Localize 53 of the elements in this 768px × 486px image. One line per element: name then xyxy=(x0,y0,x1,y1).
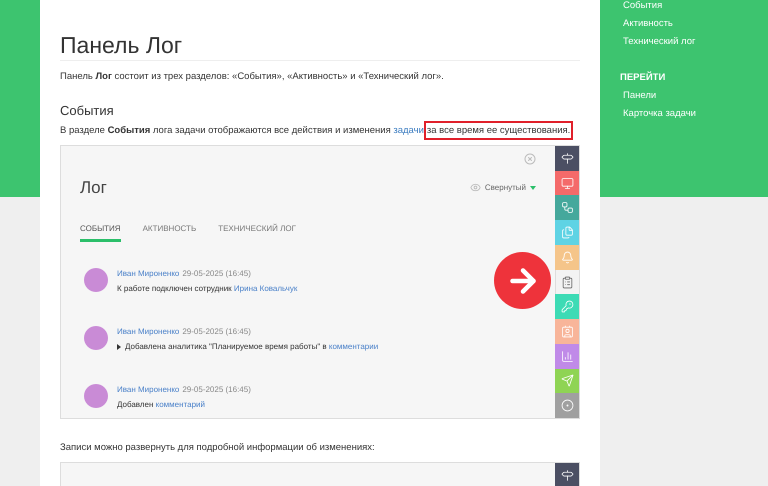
view-mode-dropdown[interactable]: Свернутый xyxy=(470,182,536,194)
close-icon[interactable] xyxy=(524,153,536,165)
nav-link[interactable]: Технический лог xyxy=(623,36,696,48)
circle-icon xyxy=(560,399,574,412)
bell-icon xyxy=(560,250,574,264)
tab[interactable]: СОБЫТИЯ xyxy=(80,222,121,242)
paper-plane-icon xyxy=(560,374,574,388)
intro-text: Панель Лог состоит из трех разделов: «События», «Активность» и «Технический лог». xyxy=(60,70,445,83)
entry-text: Добавлена аналитика "Планируемое время работы" в xyxy=(125,342,328,350)
nav-link[interactable]: Карточка задачи xyxy=(623,108,696,120)
tab[interactable]: АКТИВНОСТЬ xyxy=(142,222,196,242)
signpost-icon xyxy=(560,152,574,165)
bar-chart-icon xyxy=(560,350,574,363)
avatar xyxy=(84,268,108,292)
caret-icon xyxy=(530,186,536,190)
section-heading: События xyxy=(60,103,115,119)
entry-text: К работе подключен сотрудник xyxy=(117,284,233,292)
nav-link[interactable]: События xyxy=(623,0,696,12)
paragraph-text: В разделе События лога задачи отображаются все действия и изменения xyxy=(60,125,392,136)
entry-link[interactable]: комментарий xyxy=(156,400,205,408)
entry-link[interactable]: комментарии xyxy=(328,342,378,350)
contact-card-icon xyxy=(560,325,574,338)
panel-title: Лог xyxy=(80,177,107,199)
task-link[interactable]: задачи xyxy=(393,125,424,136)
highlighted-text: за все время ее существования. xyxy=(424,121,574,140)
avatar xyxy=(84,326,108,350)
timestamp: 29-05-2025 (16:45) xyxy=(182,268,251,280)
nav-link[interactable]: Панели xyxy=(623,90,696,102)
entry-text: Добавлен xyxy=(117,400,154,408)
documents-icon xyxy=(560,226,574,240)
nav-section-title: ПЕРЕЙТИ xyxy=(620,72,666,84)
tab[interactable]: ТЕХНИЧЕСКИЙ ЛОГ xyxy=(218,222,296,242)
clipboard-icon xyxy=(561,276,574,289)
author-link[interactable]: Иван Мироненко xyxy=(117,268,180,280)
avatar xyxy=(84,384,108,408)
timestamp: 29-05-2025 (16:45) xyxy=(182,384,251,396)
expand-icon[interactable] xyxy=(117,344,121,350)
monitor-icon xyxy=(560,176,574,190)
entry-link[interactable]: Ирина Ковальчук xyxy=(234,284,298,292)
caption-text: Записи можно развернуть для подробной информации об изменениях: xyxy=(60,441,376,454)
flowchart-icon xyxy=(560,201,574,214)
key-icon xyxy=(560,300,574,314)
side-panel-button[interactable] xyxy=(555,463,579,486)
author-link[interactable]: Иван Мироненко xyxy=(117,384,180,396)
side-panel-button[interactable] xyxy=(555,170,579,196)
eye-icon xyxy=(470,182,481,194)
signpost-icon xyxy=(560,468,574,482)
nav-link[interactable]: Активность xyxy=(623,18,696,30)
author-link[interactable]: Иван Мироненко xyxy=(117,326,180,338)
side-panel-button[interactable] xyxy=(555,146,579,171)
side-panel-button[interactable] xyxy=(555,270,579,294)
page-title: Панель Лог xyxy=(60,32,580,61)
timestamp: 29-05-2025 (16:45) xyxy=(182,326,251,338)
